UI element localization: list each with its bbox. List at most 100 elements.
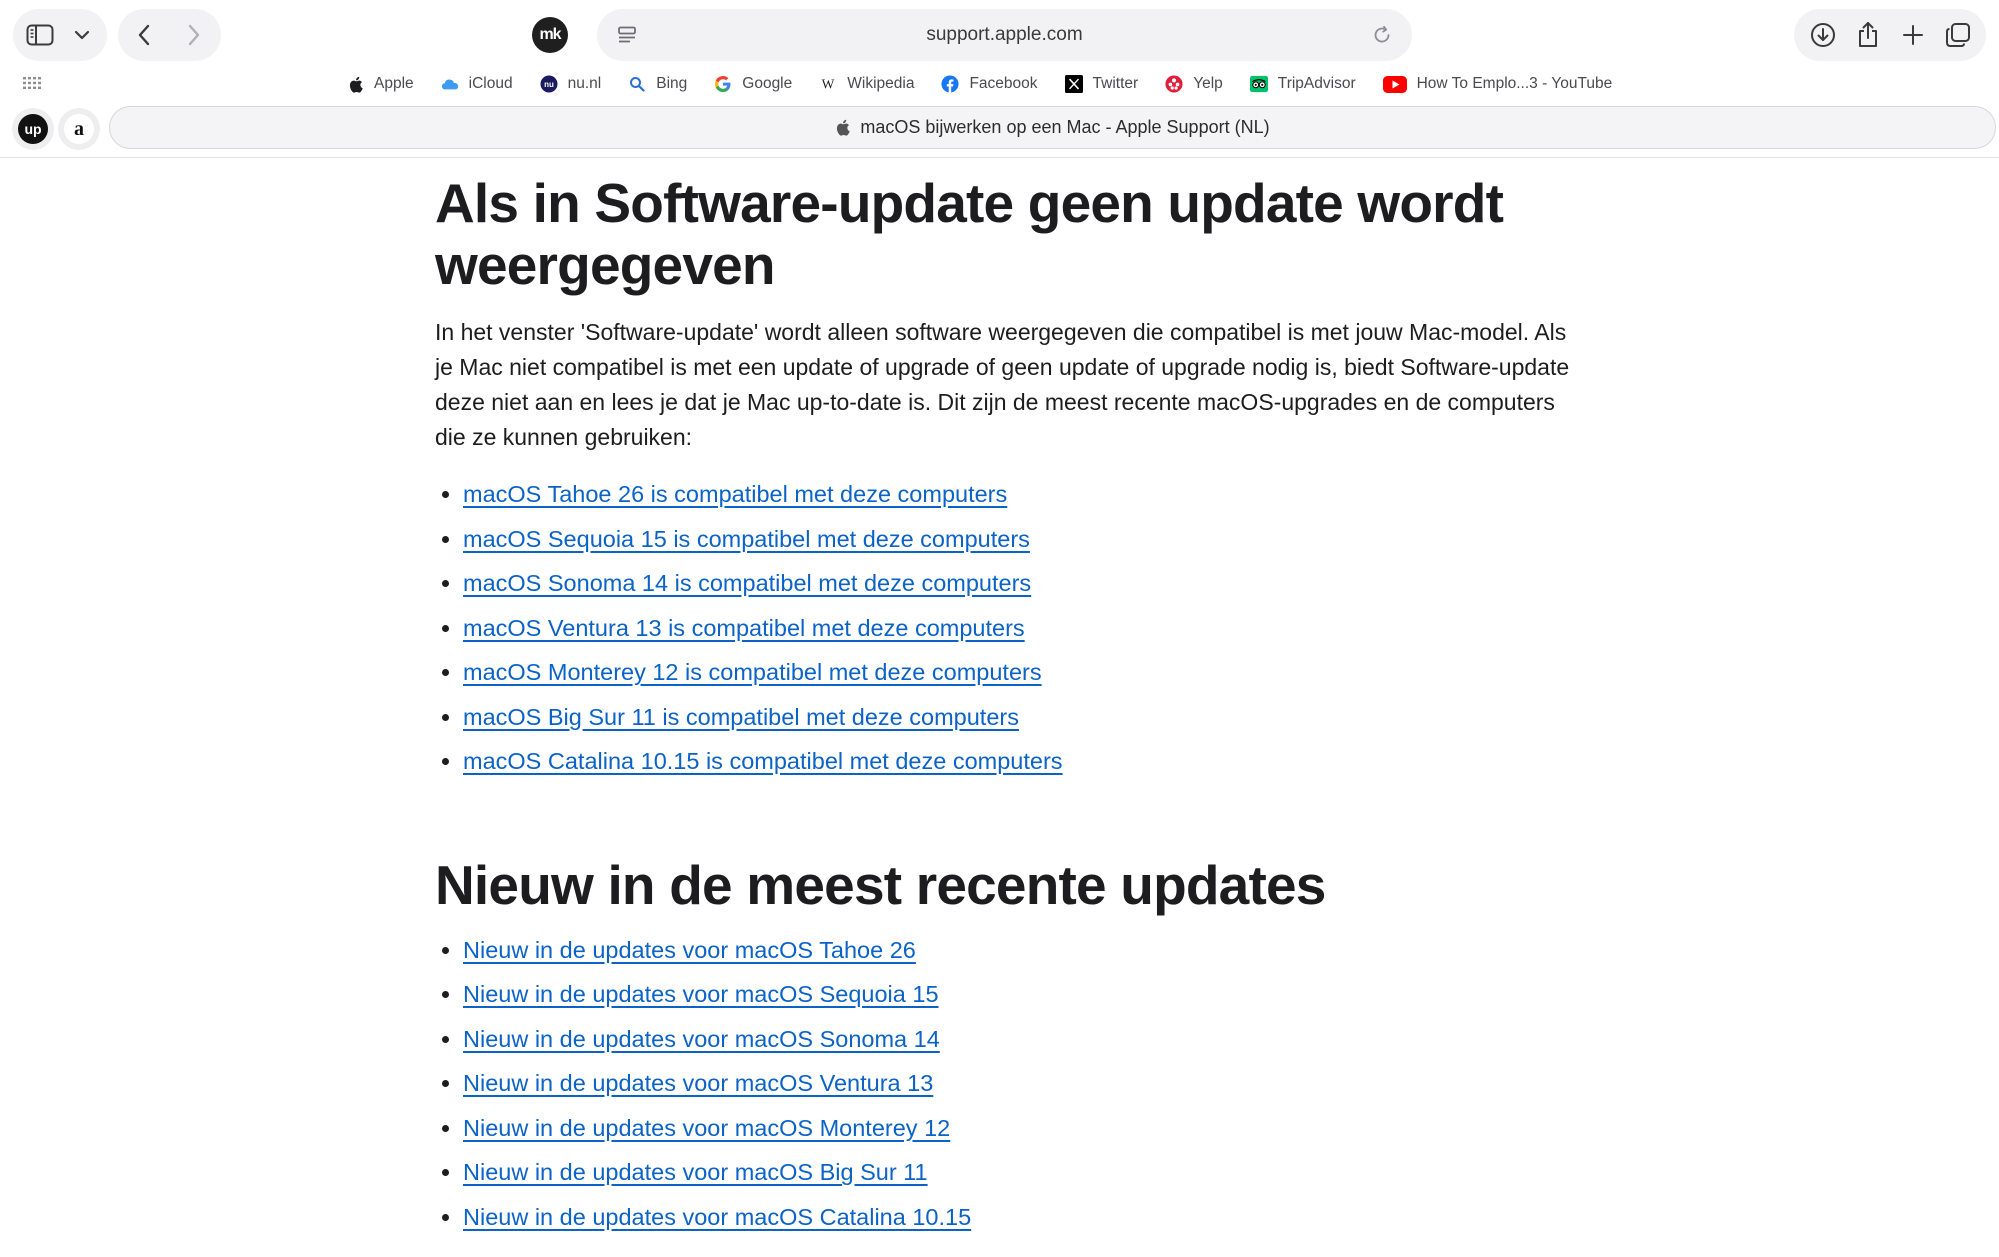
favorite-label: Bing [656,75,688,92]
favorite-tripadvisor[interactable]: TripAdvisor [1249,75,1356,93]
compat-link-tahoe[interactable]: macOS Tahoe 26 is compatibel met deze co… [463,481,1007,507]
new-tab-button[interactable] [1891,9,1935,61]
reload-button[interactable] [1362,9,1402,61]
toolbar-divider [0,157,1999,158]
list-item: Nieuw in de updates voor macOS Tahoe 26 [463,928,1575,973]
list-item: macOS Catalina 10.15 is compatibel met d… [463,739,1575,784]
nunl-icon: nu [540,75,558,93]
favorite-facebook[interactable]: Facebook [941,75,1038,93]
favorite-label: nu.nl [567,75,602,92]
favorite-twitter[interactable]: Twitter [1064,75,1138,93]
extension-mk-button[interactable]: mk [532,17,568,53]
tab-bar: up a macOS bijwerken op een Mac - Apple … [0,104,1999,154]
compat-link-sequoia[interactable]: macOS Sequoia 15 is compatibel met deze … [463,526,1030,552]
section-paragraph: In het venster 'Software-update' wordt a… [435,319,1570,450]
favorite-label: Yelp [1193,75,1223,92]
favorite-google[interactable]: Google [714,75,792,93]
navigation-controls [118,9,221,61]
chevron-left-icon [137,24,151,46]
compat-link-ventura[interactable]: macOS Ventura 13 is compatibel met deze … [463,615,1025,641]
list-item: macOS Monterey 12 is compatibel met deze… [463,650,1575,695]
list-item: Nieuw in de updates voor macOS Ventura 1… [463,1061,1575,1106]
favorite-label: Wikipedia [847,75,915,92]
favorite-apple[interactable]: Apple [346,75,414,93]
section-heading-no-update: Als in Software-update geen update wordt… [435,172,1504,296]
browser-toolbar: mk support.apple.com [0,0,1999,72]
apple-icon [835,119,851,136]
list-item: Nieuw in de updates voor macOS Sequoia 1… [463,972,1575,1017]
favorite-label: How To Emplo...3 - YouTube [1416,75,1613,92]
reload-icon [1372,25,1392,45]
favorite-yelp[interactable]: Yelp [1165,75,1223,93]
compat-link-big-sur[interactable]: macOS Big Sur 11 is compatibel met deze … [463,704,1019,730]
sidebar-toggle-button[interactable] [13,9,67,61]
share-icon [1856,21,1880,49]
apps-grid-icon[interactable] [22,75,42,96]
list-item: Nieuw in de updates voor macOS Big Sur 1… [463,1150,1575,1195]
extension-amazon-label: a [64,114,94,144]
tab-groups-dropdown[interactable] [67,9,97,61]
sidebar-controls [13,9,107,61]
extension-mk-label: mk [539,26,561,43]
favorite-bing[interactable]: Bing [628,75,687,93]
new-updates-link-list: Nieuw in de updates voor macOS Tahoe 26 … [435,928,1575,1240]
extension-up-label: up [18,114,48,144]
compat-link-monterey[interactable]: macOS Monterey 12 is compatibel met deze… [463,659,1042,685]
sidebar-icon [26,24,54,46]
favorite-label: iCloud [468,75,513,92]
favorite-label: Facebook [969,75,1038,92]
list-item: macOS Tahoe 26 is compatibel met deze co… [463,472,1575,517]
tab-title: macOS bijwerken op een Mac - Apple Suppo… [860,117,1270,137]
apple-icon [346,75,364,93]
compat-link-sonoma[interactable]: macOS Sonoma 14 is compatibel met deze c… [463,570,1031,596]
favorite-wikipedia[interactable]: W Wikipedia [819,75,915,93]
favorite-label: TripAdvisor [1277,75,1356,92]
list-item: macOS Sequoia 15 is compatibel met deze … [463,517,1575,562]
youtube-icon [1382,75,1407,93]
svg-text:W: W [822,77,835,92]
address-url: support.apple.com [926,24,1083,45]
share-button[interactable] [1846,9,1890,61]
favorite-icloud[interactable]: iCloud [441,75,513,93]
new-link-catalina[interactable]: Nieuw in de updates voor macOS Catalina … [463,1204,971,1230]
list-item: Nieuw in de updates voor macOS Sonoma 14 [463,1017,1575,1062]
twitter-x-icon [1064,75,1083,93]
favorite-nunl[interactable]: nu nu.nl [540,75,602,93]
new-link-sonoma[interactable]: Nieuw in de updates voor macOS Sonoma 14 [463,1026,940,1052]
list-item: Nieuw in de updates voor macOS Catalina … [463,1195,1575,1240]
google-icon [714,75,732,93]
new-link-big-sur[interactable]: Nieuw in de updates voor macOS Big Sur 1… [463,1159,928,1185]
favorite-label: Apple [374,75,414,92]
icloud-icon [441,75,459,93]
favorite-label: Google [742,75,793,92]
wikipedia-icon: W [819,75,837,93]
new-link-monterey[interactable]: Nieuw in de updates voor macOS Monterey … [463,1115,950,1141]
tab-overview-icon [1945,22,1971,48]
compatibility-link-list: macOS Tahoe 26 is compatibel met deze co… [435,472,1575,784]
active-tab[interactable]: macOS bijwerken op een Mac - Apple Suppo… [109,106,1996,149]
tab-overview-button[interactable] [1936,9,1980,61]
favorite-youtube[interactable]: How To Emplo...3 - YouTube [1382,75,1613,93]
downloads-button[interactable] [1801,9,1845,61]
facebook-icon [941,75,960,93]
extension-up-button[interactable]: up [12,108,54,150]
address-bar[interactable]: support.apple.com [597,9,1412,61]
svg-text:nu: nu [544,80,554,89]
favorites-bar: Apple iCloud nu nu.nl Bing Google W Wiki… [0,66,1999,102]
extension-amazon-button[interactable]: a [58,108,100,150]
forward-button[interactable] [170,9,218,61]
list-item: macOS Sonoma 14 is compatibel met deze c… [463,561,1575,606]
article-content: Als in Software-update geen update wordt… [435,172,1575,1239]
new-link-sequoia[interactable]: Nieuw in de updates voor macOS Sequoia 1… [463,981,939,1007]
back-button[interactable] [118,9,170,61]
chevron-down-icon [74,30,90,40]
new-link-tahoe[interactable]: Nieuw in de updates voor macOS Tahoe 26 [463,937,916,963]
yelp-icon [1165,75,1183,93]
compat-link-catalina[interactable]: macOS Catalina 10.15 is compatibel met d… [463,748,1063,774]
bing-icon [628,75,646,93]
new-link-ventura[interactable]: Nieuw in de updates voor macOS Ventura 1… [463,1070,933,1096]
tripadvisor-icon [1249,75,1268,93]
download-icon [1810,22,1836,48]
chevron-right-icon [187,24,201,46]
list-item: macOS Big Sur 11 is compatibel met deze … [463,695,1575,740]
